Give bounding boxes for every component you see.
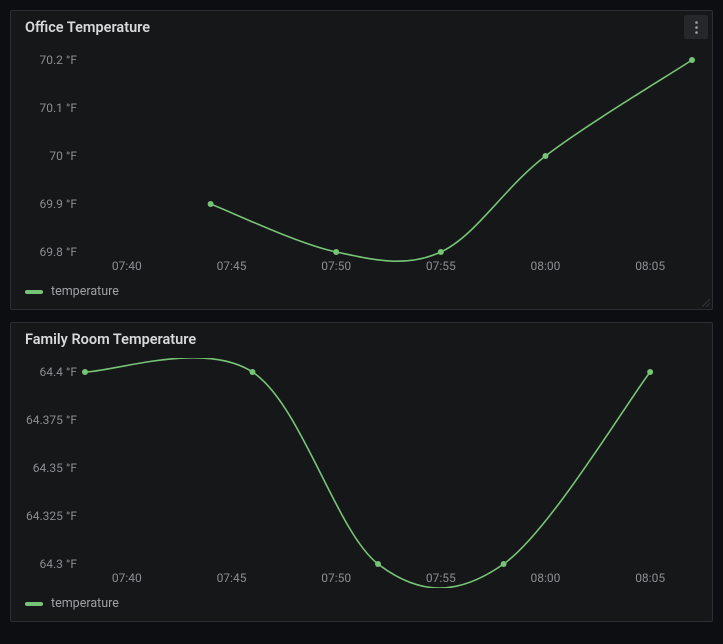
chart-area[interactable]: 64.3 °F 64.325 °F 64.35 °F 64.375 °F 64.4 °F… [11,348,712,592]
panel-header: Office Temperature [11,11,712,36]
panel-title[interactable]: Office Temperature [25,19,150,36]
legend-swatch [25,602,43,606]
chart-area[interactable]: 69.8 °F 69.9 °F 70 °F 70.1 °F 70.2 °F 07:40 07… [11,36,712,280]
legend-swatch [25,290,43,294]
x-tick-label: 07:45 [217,259,247,273]
y-tick-label: 70.2 °F [40,53,78,67]
x-tick-label: 08:05 [635,259,665,273]
x-tick-label: 08:00 [531,259,561,273]
y-tick-label: 70.1 °F [40,101,78,115]
y-tick-label: 69.8 °F [40,245,78,259]
y-tick-label: 69.9 °F [40,197,78,211]
series-line [211,60,692,261]
y-tick-label: 64.35 °F [33,461,78,475]
x-tick-label: 07:50 [321,571,351,585]
data-point[interactable] [647,369,653,375]
x-tick-label: 07:40 [112,571,142,585]
resize-handle[interactable] [702,299,710,307]
chart-panel-family-room: Family Room Temperature 64.3 °F 64.325 °F… [10,322,713,622]
series-line [85,358,650,588]
kebab-icon [695,21,698,34]
data-point[interactable] [82,369,88,375]
data-point[interactable] [375,561,381,567]
x-tick-label: 07:45 [217,571,247,585]
x-tick-label: 08:05 [635,571,665,585]
y-tick-label: 64.325 °F [26,509,77,523]
chart-panel-office: Office Temperature 69.8 °F 69.9 °F 70 °F 70… [10,10,713,310]
x-tick-label: 07:50 [321,259,351,273]
data-point[interactable] [333,249,339,255]
x-tick-label: 08:00 [531,571,561,585]
resize-icon [702,299,710,307]
data-point[interactable] [689,57,695,63]
legend: temperature [11,280,712,309]
data-point[interactable] [208,201,214,207]
y-tick-label: 64.375 °F [26,413,77,427]
panel-title[interactable]: Family Room Temperature [25,331,196,348]
x-tick-label: 07:55 [426,259,456,273]
legend-label[interactable]: temperature [51,284,119,299]
panel-header: Family Room Temperature [11,323,712,348]
y-tick-label: 64.4 °F [40,365,78,379]
data-point[interactable] [438,249,444,255]
x-tick-label: 07:40 [112,259,142,273]
data-point[interactable] [542,153,548,159]
x-tick-label: 07:55 [426,571,456,585]
data-point[interactable] [501,561,507,567]
y-tick-label: 64.3 °F [40,557,78,571]
legend-label[interactable]: temperature [51,596,119,611]
data-point[interactable] [249,369,255,375]
y-tick-label: 70 °F [49,149,77,163]
legend: temperature [11,592,712,621]
